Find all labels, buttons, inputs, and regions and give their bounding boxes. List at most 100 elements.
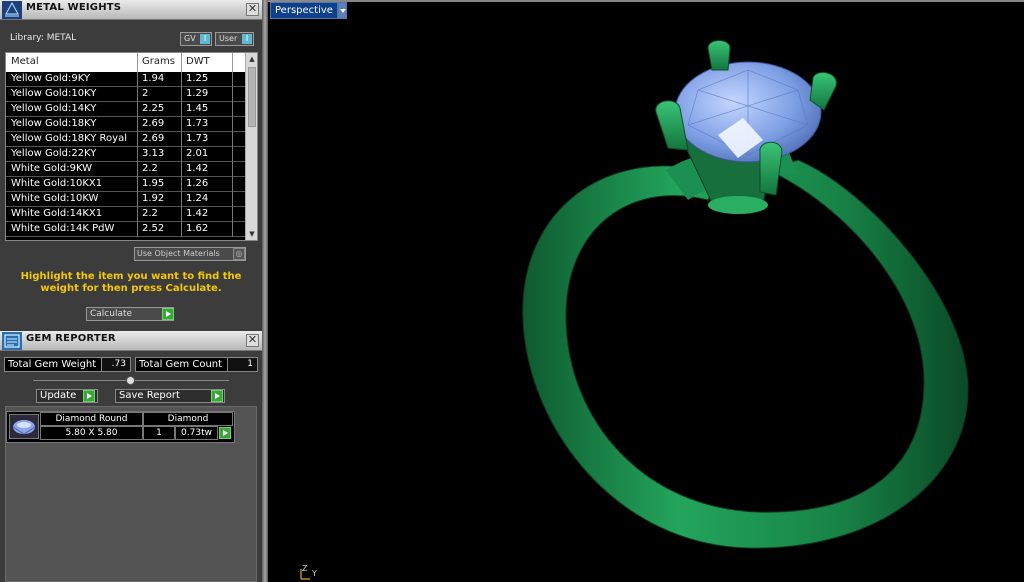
metal-row[interactable]: White Gold:14K PdW 2.52 1.62: [6, 222, 246, 237]
metal-dwt: 1.73: [186, 118, 209, 129]
metal-dwt: 1.42: [186, 163, 209, 174]
column-divider: [232, 147, 233, 162]
metal-weights-titlebar: METAL WEIGHTS ✕: [0, 0, 262, 20]
column-divider: [137, 162, 138, 177]
scroll-up-icon[interactable]: ▲: [247, 54, 257, 64]
column-header-metal[interactable]: Metal: [11, 56, 39, 67]
column-divider: [232, 132, 233, 147]
metal-dwt: 1.42: [186, 208, 209, 219]
calculate-field[interactable]: Calculate: [86, 307, 174, 321]
column-divider: [181, 72, 182, 87]
metal-name: White Gold:14K PdW: [11, 223, 115, 234]
column-divider: [181, 177, 182, 192]
axis-y-label: Y: [312, 569, 317, 578]
metal-grams: 3.13: [142, 148, 165, 159]
metal-name: Yellow Gold:9KY: [11, 73, 90, 84]
column-divider: [232, 102, 233, 117]
metal-row[interactable]: Yellow Gold:9KY 1.94 1.25: [6, 72, 246, 87]
column-divider: [181, 102, 182, 117]
gv-label: GV: [184, 34, 196, 43]
metal-name: Yellow Gold:10KY: [11, 88, 97, 99]
column-divider: [232, 177, 233, 192]
save-report-button[interactable]: Save Report: [115, 389, 225, 403]
metal-row[interactable]: Yellow Gold:22KY 3.13 2.01: [6, 147, 246, 162]
column-divider: [137, 102, 138, 117]
metal-name: White Gold:10KX1: [11, 178, 103, 189]
axis-gizmo-icon: [300, 569, 310, 580]
column-divider: [181, 192, 182, 207]
ring-model[interactable]: [268, 0, 1024, 582]
column-divider: [137, 87, 138, 102]
3d-viewport[interactable]: Perspective Z Y: [268, 0, 1024, 582]
metal-weights-title: METAL WEIGHTS: [26, 2, 122, 13]
metal-dwt: 1.73: [186, 133, 209, 144]
gem-size-slider-knob[interactable]: [126, 376, 135, 385]
user-toggle[interactable]: User I: [215, 32, 254, 46]
column-divider: [181, 87, 182, 102]
metal-grams: 2.25: [142, 103, 165, 114]
metal-row[interactable]: White Gold:14KX1 2.2 1.42: [6, 207, 246, 222]
metal-row[interactable]: White Gold:9KW 2.2 1.42: [6, 162, 246, 177]
metal-grams: 2: [142, 88, 149, 99]
column-divider: [232, 162, 233, 177]
column-header-grams[interactable]: Grams: [142, 56, 175, 67]
column-divider: [137, 147, 138, 162]
gem-detail-go-icon[interactable]: [219, 427, 231, 439]
ring-band: [522, 159, 969, 549]
gem-thumbnail: [9, 414, 39, 439]
metal-row[interactable]: Yellow Gold:18KY 2.69 1.73: [6, 117, 246, 132]
round-diamond-icon: [12, 420, 36, 435]
save-report-go-icon[interactable]: [211, 390, 223, 402]
column-divider: [181, 222, 182, 237]
user-label: User: [219, 34, 238, 43]
metal-grams: 1.95: [142, 178, 165, 189]
metal-dwt: 1.45: [186, 103, 209, 114]
calculate-button[interactable]: [162, 308, 174, 320]
metal-weights-close-icon[interactable]: ✕: [246, 3, 259, 16]
use-object-materials-field[interactable]: Use Object Materials: [134, 247, 246, 261]
user-indicator: I: [242, 34, 252, 44]
column-divider: [137, 222, 138, 237]
metal-table-header: Metal Grams DWT: [6, 53, 246, 72]
metal-dwt: 1.26: [186, 178, 209, 189]
metal-row[interactable]: Yellow Gold:14KY 2.25 1.45: [6, 102, 246, 117]
metal-table-scrollbar[interactable]: ▲ ▼: [245, 53, 257, 240]
column-divider: [232, 222, 233, 237]
scroll-down-icon[interactable]: ▼: [247, 229, 257, 239]
metal-name: White Gold:9KW: [11, 163, 93, 174]
prong: [759, 141, 783, 196]
metal-row[interactable]: Yellow Gold:10KY 2 1.29: [6, 87, 246, 102]
column-divider: [232, 87, 233, 102]
column-divider: [181, 207, 182, 222]
use-object-materials-checkbox[interactable]: ◎: [233, 248, 245, 260]
metal-row[interactable]: White Gold:10KW 1.92 1.24: [6, 192, 246, 207]
metal-row[interactable]: White Gold:10KX1 1.95 1.26: [6, 177, 246, 192]
column-divider: [232, 72, 233, 87]
gem-size: 5.80 X 5.80: [40, 426, 143, 440]
metal-name: Yellow Gold:14KY: [11, 103, 97, 114]
gem-reporter-titlebar: GEM REPORTER ✕: [0, 331, 262, 351]
update-go-icon[interactable]: [83, 390, 95, 402]
gem-reporter-title: GEM REPORTER: [26, 333, 116, 344]
scroll-thumb[interactable]: [248, 67, 256, 127]
axis-indicator: Z Y: [299, 564, 321, 580]
metal-grams: 2.2: [142, 163, 158, 174]
metal-dwt: 1.24: [186, 193, 209, 204]
metal-dwt: 2.01: [186, 148, 209, 159]
column-header-dwt[interactable]: DWT: [186, 56, 210, 67]
gem-reporter-logo-icon: [2, 332, 22, 350]
column-divider: [137, 53, 138, 72]
metal-name: Yellow Gold:22KY: [11, 148, 97, 159]
column-divider: [137, 72, 138, 87]
column-divider: [137, 117, 138, 132]
metal-row[interactable]: Yellow Gold:18KY Royal 2.69 1.73: [6, 132, 246, 147]
gem-type: Diamond: [143, 412, 233, 426]
metal-name: White Gold:10KW: [11, 193, 99, 204]
gv-toggle[interactable]: GV I: [180, 32, 212, 46]
metal-name: Yellow Gold:18KY: [11, 118, 97, 129]
gem-reporter-close-icon[interactable]: ✕: [246, 334, 259, 347]
column-divider: [232, 117, 233, 132]
column-divider: [137, 177, 138, 192]
column-divider: [232, 207, 233, 222]
column-divider: [137, 132, 138, 147]
